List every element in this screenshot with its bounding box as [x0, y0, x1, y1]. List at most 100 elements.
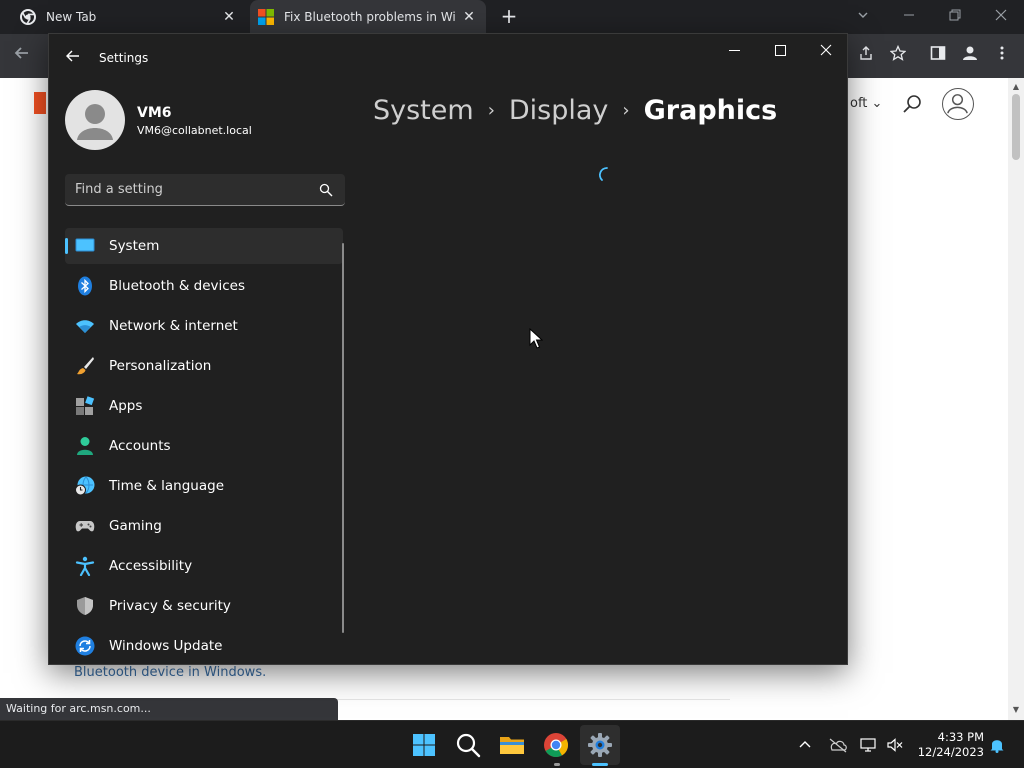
taskbar-clock[interactable]: 4:33 PM 12/24/2023	[912, 730, 984, 760]
close-icon[interactable]	[811, 40, 841, 64]
bookmark-star-icon[interactable]	[886, 44, 910, 68]
bluetooth-device-link[interactable]: Bluetooth device in Windows.	[74, 665, 266, 680]
settings-nav: System Bluetooth & devices Network & int…	[65, 228, 343, 664]
volume-muted-icon[interactable]	[886, 737, 904, 753]
windows-start-icon[interactable]	[410, 731, 438, 759]
loading-spinner-icon	[599, 167, 608, 181]
sidebar-item-accessibility[interactable]: Accessibility	[65, 548, 343, 584]
gaming-icon	[75, 521, 95, 532]
clock-time: 4:33 PM	[937, 730, 984, 744]
nav-scrollbar[interactable]	[342, 243, 344, 633]
sidebar-item-time-language[interactable]: Time & language	[65, 468, 343, 504]
profile-email: VM6@collabnet.local	[137, 124, 252, 137]
search-icon[interactable]	[454, 731, 482, 759]
sidebar-item-label: Windows Update	[109, 638, 223, 654]
chrome-icon	[20, 9, 36, 25]
back-arrow-icon[interactable]	[10, 44, 34, 68]
tab-title: Fix Bluetooth problems in Windows	[284, 10, 456, 24]
scroll-thumb[interactable]	[1012, 94, 1020, 160]
notification-bell-icon[interactable]	[988, 737, 1006, 753]
sidebar-item-label: Gaming	[109, 518, 162, 534]
wifi-icon	[76, 320, 94, 333]
tab-new-tab[interactable]: New Tab ✕	[10, 0, 246, 34]
sidebar-item-network[interactable]: Network & internet	[65, 308, 343, 344]
accounts-icon	[77, 437, 93, 455]
scroll-up-icon[interactable]: ▲	[1011, 82, 1021, 92]
window-title: Settings	[99, 51, 149, 65]
accessibility-icon	[75, 556, 95, 576]
running-indicator	[554, 763, 560, 766]
sidebar-item-windows-update[interactable]: Windows Update	[65, 628, 343, 664]
settings-gear-icon[interactable]	[586, 731, 614, 759]
sidebar-item-accounts[interactable]: Accounts	[65, 428, 343, 464]
brush-icon	[77, 357, 94, 375]
system-icon	[75, 238, 95, 252]
profile-icon[interactable]	[958, 44, 982, 68]
sidebar-item-label: Time & language	[109, 478, 225, 494]
tab-search-icon[interactable]	[850, 4, 876, 30]
microsoft-logo-icon[interactable]	[34, 92, 46, 114]
update-icon	[75, 636, 95, 656]
breadcrumb-item-system[interactable]: System	[373, 95, 474, 126]
page-title: Graphics	[643, 94, 778, 126]
back-arrow-icon[interactable]	[63, 48, 83, 68]
chevron-down-icon: ⌄	[871, 96, 883, 111]
account-avatar-icon[interactable]	[942, 88, 974, 120]
tab-close-icon[interactable]: ✕	[460, 8, 478, 26]
sidebar-item-label: System	[109, 238, 160, 254]
chevron-right-icon: ›	[622, 99, 630, 121]
browser-tab-strip: New Tab ✕ Fix Bluetooth problems in Wind…	[0, 0, 1024, 34]
sidebar-item-label: Network & internet	[109, 318, 238, 334]
maximize-icon[interactable]	[765, 40, 795, 64]
taskbar: 4:33 PM 12/24/2023	[0, 720, 1024, 768]
sidebar-item-label: Privacy & security	[109, 598, 231, 614]
tab-title: New Tab	[46, 10, 97, 24]
more-menu-icon[interactable]	[990, 44, 1014, 68]
browser-status-bar: Waiting for arc.msn.com...	[0, 698, 338, 720]
minimize-icon[interactable]	[896, 4, 922, 30]
sidebar-item-label: Accessibility	[109, 558, 193, 574]
file-explorer-icon[interactable]	[498, 731, 526, 759]
breadcrumb-item-display[interactable]: Display	[509, 95, 609, 126]
scroll-down-icon[interactable]: ▼	[1011, 705, 1021, 715]
microsoft-icon	[258, 9, 274, 25]
restore-icon[interactable]	[942, 4, 968, 30]
sidebar-item-label: Apps	[109, 398, 143, 414]
profile-name: VM6	[137, 105, 172, 121]
tab-close-icon[interactable]: ✕	[220, 8, 238, 26]
sidebar-item-system[interactable]: System	[65, 228, 343, 264]
apps-icon	[76, 396, 95, 415]
sidebar-item-label: Personalization	[109, 358, 212, 374]
mouse-cursor-icon	[529, 328, 543, 349]
header-menu-partial[interactable]: oft ⌄	[850, 96, 882, 111]
time-language-icon	[75, 476, 95, 496]
side-panel-icon[interactable]	[926, 44, 950, 68]
search-icon[interactable]	[902, 94, 922, 114]
clock-date: 12/24/2023	[917, 745, 984, 759]
sidebar-item-apps[interactable]: Apps	[65, 388, 343, 424]
close-icon[interactable]	[988, 4, 1014, 30]
onedrive-offline-icon[interactable]	[828, 737, 847, 753]
bluetooth-icon	[78, 276, 92, 296]
chrome-icon[interactable]	[542, 731, 570, 759]
tray-overflow-icon[interactable]	[796, 737, 814, 753]
search-input[interactable]	[65, 174, 315, 205]
active-app-indicator	[592, 763, 608, 766]
minimize-icon[interactable]	[719, 40, 749, 64]
sidebar-item-bluetooth[interactable]: Bluetooth & devices	[65, 268, 343, 304]
share-icon[interactable]	[854, 44, 878, 68]
sidebar-item-privacy-security[interactable]: Privacy & security	[65, 588, 343, 624]
new-tab-button[interactable]: +	[498, 6, 520, 28]
sidebar-item-gaming[interactable]: Gaming	[65, 508, 343, 544]
settings-window: Settings VM6 VM6@collabnet.local System	[48, 33, 848, 665]
shield-icon	[77, 597, 93, 615]
search-icon[interactable]	[319, 183, 333, 197]
sidebar-item-label: Accounts	[109, 438, 171, 454]
page-scrollbar[interactable]: ▲ ▼	[1008, 78, 1024, 720]
sidebar-item-personalization[interactable]: Personalization	[65, 348, 343, 384]
settings-search-box[interactable]	[65, 174, 345, 206]
tab-fix-bluetooth[interactable]: Fix Bluetooth problems in Windows ✕	[250, 0, 486, 34]
chevron-right-icon: ›	[487, 99, 495, 121]
network-icon[interactable]	[860, 737, 878, 753]
avatar[interactable]	[65, 90, 125, 150]
